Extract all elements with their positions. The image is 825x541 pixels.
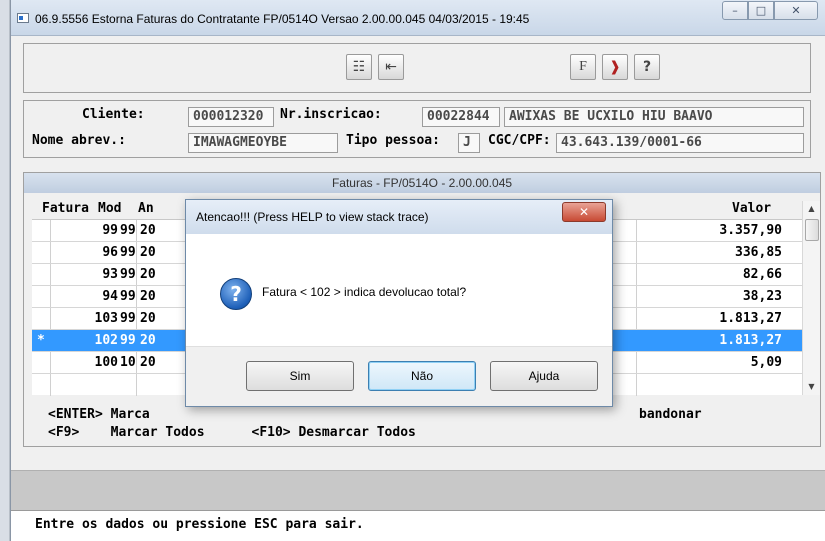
status-bar: Entre os dados ou pressione ESC para sai… <box>11 510 825 541</box>
close-button[interactable]: ✕ <box>774 1 818 20</box>
maximize-button[interactable]: □ <box>748 1 774 20</box>
background-window-edge <box>0 0 10 541</box>
row-mod: 99 <box>120 245 136 260</box>
door-exit-icon[interactable]: ❱ <box>602 54 628 80</box>
help-question-icon[interactable]: ? <box>634 54 660 80</box>
window-title: 06.9.5556 Estorna Faturas do Contratante… <box>35 12 530 26</box>
status-band <box>11 470 825 510</box>
f-key-icon[interactable]: F <box>570 54 596 80</box>
row-valor: 82,66 <box>742 267 782 282</box>
exit-list-icon[interactable]: ⇤ <box>378 54 404 80</box>
app-icon <box>17 13 29 23</box>
scroll-thumb[interactable] <box>805 219 819 241</box>
dialog-message: Fatura < 102 > indica devolucao total? <box>262 285 467 299</box>
dialog-body: ? Fatura < 102 > indica devolucao total? <box>186 234 612 346</box>
row-valor: 3.357,90 <box>719 223 782 238</box>
cliente-field[interactable]: 000012320 <box>188 107 274 127</box>
row-mark: * <box>37 333 45 348</box>
tipo-pessoa-label: Tipo pessoa: <box>346 133 440 148</box>
row-ano: 20 <box>140 289 156 304</box>
row-ano: 20 <box>140 267 156 282</box>
row-ano: 20 <box>140 245 156 260</box>
scroll-down-arrow-icon[interactable]: ▼ <box>803 379 820 395</box>
faturas-panel-title: Faturas - FP/0514O - 2.00.00.045 <box>24 173 820 193</box>
row-ano: 20 <box>140 355 156 370</box>
row-fatura: 96 <box>102 245 118 260</box>
row-fatura: 102 <box>94 333 118 348</box>
help-f9-f10-text: <F9> Marcar Todos <F10> Desmarcar Todos <box>48 425 416 440</box>
tipo-pessoa-field[interactable]: J <box>458 133 480 153</box>
row-ano: 20 <box>140 223 156 238</box>
row-valor: 336,85 <box>735 245 782 260</box>
scroll-up-arrow-icon[interactable]: ▲ <box>803 201 820 217</box>
nome-abrev-label: Nome abrev.: <box>32 133 126 148</box>
status-message: Entre os dados ou pressione ESC para sai… <box>35 517 364 532</box>
client-name-field[interactable]: AWIXAS BE UCXILO HIU BAAVO <box>504 107 804 127</box>
row-fatura: 99 <box>102 223 118 238</box>
cgc-field[interactable]: 43.643.139/0001-66 <box>556 133 804 153</box>
dialog-title: Atencao!!! (Press HELP to view stack tra… <box>196 210 429 224</box>
row-mod: 99 <box>120 223 136 238</box>
row-fatura: 93 <box>102 267 118 282</box>
cgc-label: CGC/CPF: <box>488 133 551 148</box>
dialog-close-button[interactable]: ✕ <box>562 202 606 222</box>
row-fatura: 94 <box>102 289 118 304</box>
row-ano: 20 <box>140 333 156 348</box>
inscricao-label: Nr.inscricao: <box>280 107 382 122</box>
confirm-dialog: Atencao!!! (Press HELP to view stack tra… <box>185 199 613 407</box>
title-bar[interactable]: 06.9.5556 Estorna Faturas do Contratante… <box>11 0 825 36</box>
column-ano[interactable]: An <box>138 201 154 216</box>
row-fatura: 100 <box>94 355 118 370</box>
dialog-footer: Sim Não Ajuda <box>186 346 612 406</box>
row-valor: 5,09 <box>750 355 782 370</box>
grid-star-icon[interactable]: ☷ <box>346 54 372 80</box>
row-mod: 99 <box>120 289 136 304</box>
column-fatura[interactable]: Fatura <box>42 201 89 216</box>
nao-button[interactable]: Não <box>368 361 476 391</box>
sim-button[interactable]: Sim <box>246 361 354 391</box>
row-mod: 99 <box>120 267 136 282</box>
cliente-label: Cliente: <box>82 107 145 122</box>
inscricao-field[interactable]: 00022844 <box>422 107 500 127</box>
column-mod[interactable]: Mod <box>98 201 121 216</box>
question-icon: ? <box>220 278 252 310</box>
help-enter-text: <ENTER> Marca <box>48 407 150 422</box>
row-fatura: 103 <box>94 311 118 326</box>
row-valor: 38,23 <box>742 289 782 304</box>
row-mod: 10 <box>120 355 136 370</box>
grid-scrollbar[interactable]: ▲ ▼ <box>802 201 820 395</box>
toolbar: ☷ ⇤ F ❱ ? <box>23 43 811 93</box>
row-mod: 99 <box>120 333 136 348</box>
window-controls: – □ ✕ <box>722 1 818 20</box>
row-mod: 99 <box>120 311 136 326</box>
row-valor: 1.813,27 <box>719 333 782 348</box>
row-valor: 1.813,27 <box>719 311 782 326</box>
help-abandonar-text: bandonar <box>639 407 702 422</box>
ajuda-button[interactable]: Ajuda <box>490 361 598 391</box>
client-info-panel: Cliente: 000012320 Nr.inscricao: 0002284… <box>23 100 811 158</box>
column-valor[interactable]: Valor <box>732 201 771 216</box>
nome-abrev-field[interactable]: IMAWAGMEOYBE <box>188 133 338 153</box>
dialog-title-bar[interactable]: Atencao!!! (Press HELP to view stack tra… <box>186 200 612 234</box>
row-ano: 20 <box>140 311 156 326</box>
minimize-button[interactable]: – <box>722 1 748 20</box>
